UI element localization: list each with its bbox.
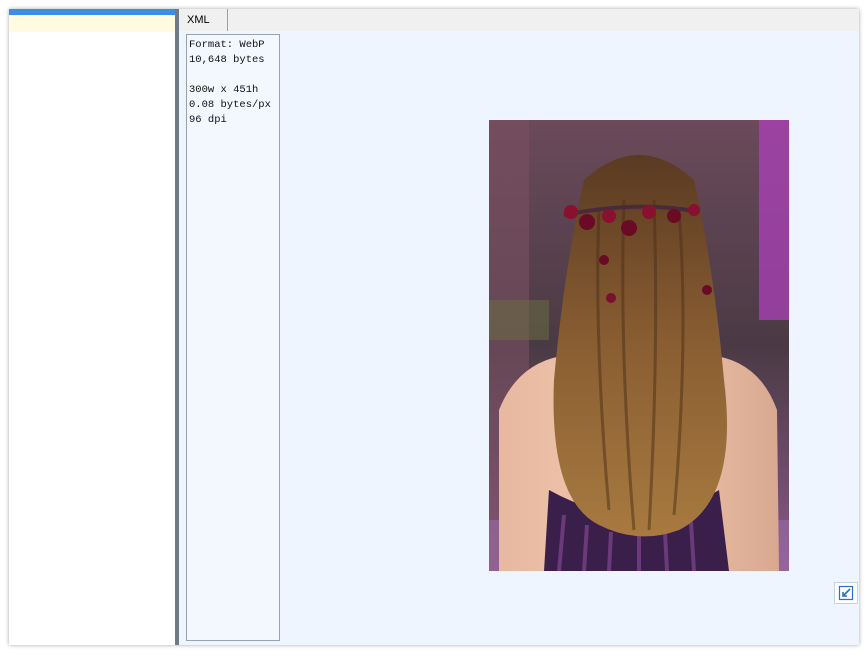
app-window: XML Format: WebP 10,648 bytes 300w x 451h 0… <box>9 9 859 645</box>
info-format: Format: WebP <box>189 39 265 51</box>
fit-to-window-button[interactable] <box>834 582 858 604</box>
photo-hair-wreath-back-view <box>489 120 789 571</box>
resize-arrow-icon <box>838 585 854 601</box>
info-blank <box>189 68 277 83</box>
left-pane <box>9 9 175 645</box>
preview-area: XML Format: WebP 10,648 bytes 300w x 451h 0… <box>179 9 859 645</box>
preview-image <box>489 120 789 571</box>
info-density: 0.08 bytes/px <box>189 99 271 111</box>
info-size: 10,648 bytes <box>189 54 265 66</box>
tab-bar: XML <box>179 9 859 31</box>
image-viewer: Format: WebP 10,648 bytes 300w x 451h 0.08 … <box>179 31 859 645</box>
tab-xml-label: XML <box>187 14 210 26</box>
image-info-panel: Format: WebP 10,648 bytes 300w x 451h 0.08 … <box>186 34 280 641</box>
tab-xml[interactable]: XML <box>179 9 228 31</box>
info-dimensions: 300w x 451h <box>189 84 259 96</box>
selected-row[interactable] <box>9 15 175 32</box>
info-dpi: 96 dpi <box>189 114 227 126</box>
